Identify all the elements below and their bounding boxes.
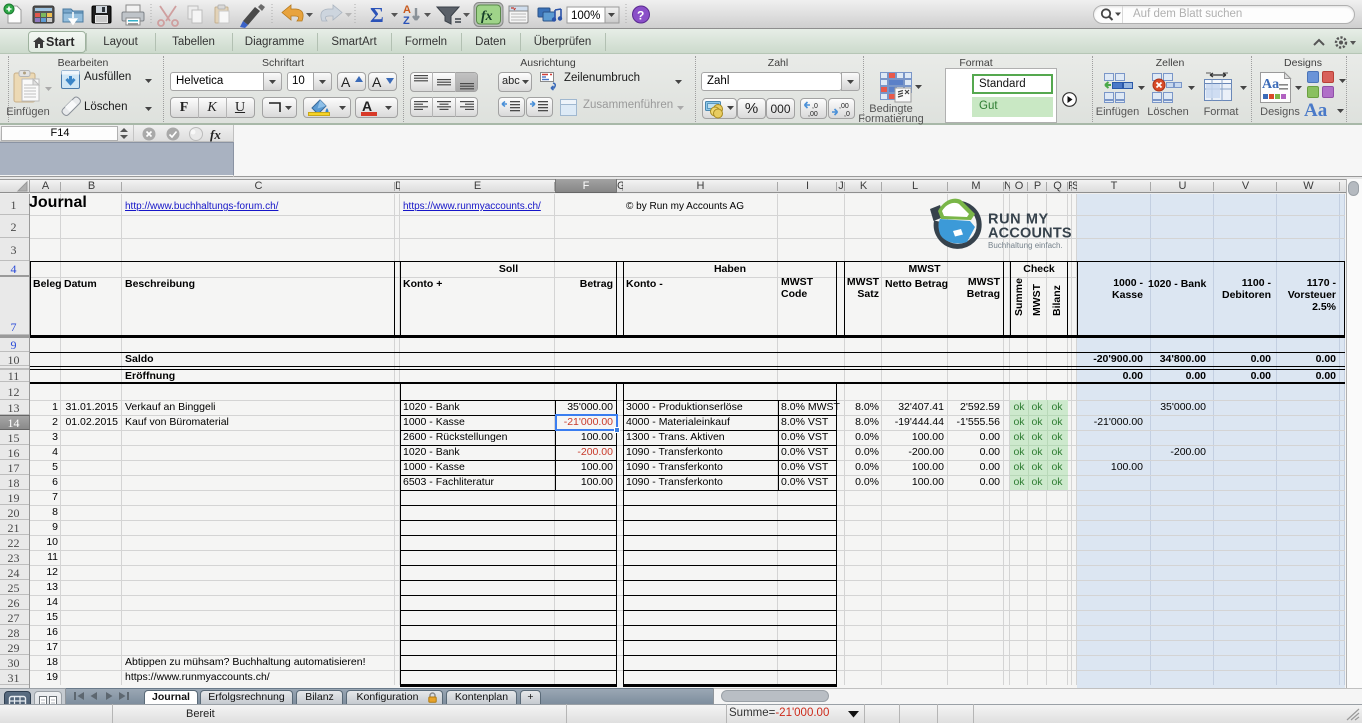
svg-text:Z: Z bbox=[403, 15, 410, 27]
svg-text:,0: ,0 bbox=[844, 111, 850, 118]
svg-text:Aa: Aa bbox=[1262, 77, 1279, 92]
svg-text:ACCOUNTS: ACCOUNTS bbox=[988, 226, 1072, 242]
svg-text:,00: ,00 bbox=[808, 111, 818, 118]
svg-text:?: ? bbox=[637, 9, 644, 23]
svg-text:fx: fx bbox=[481, 9, 493, 24]
svg-text:Buchhaltung einfach.: Buchhaltung einfach. bbox=[988, 241, 1063, 250]
svg-text:Σ: Σ bbox=[370, 3, 384, 27]
svg-text:,00: ,00 bbox=[839, 103, 849, 110]
svg-text:fx: fx bbox=[210, 127, 221, 142]
svg-text:,0: ,0 bbox=[812, 103, 818, 110]
svg-text:100%: 100% bbox=[571, 10, 600, 22]
